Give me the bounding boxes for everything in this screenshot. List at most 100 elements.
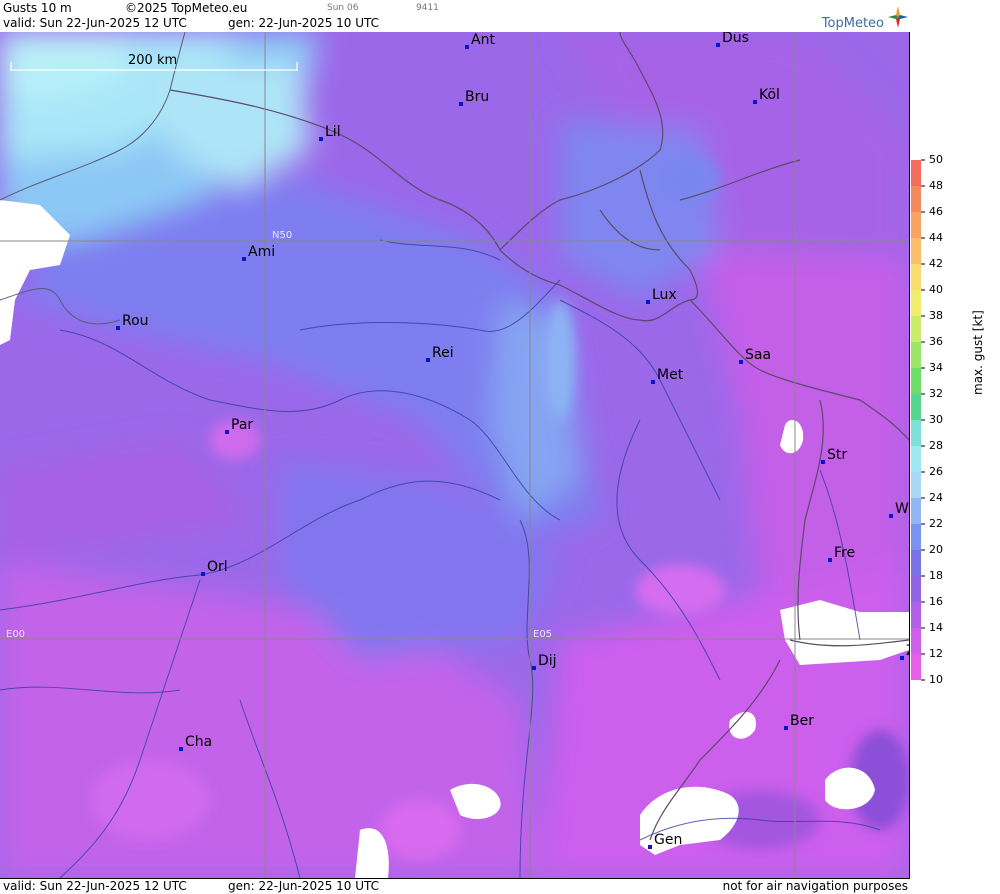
city-dot-icon [716,43,720,47]
city-dot-icon [459,102,463,106]
legend-tick-label: 46 [929,205,943,218]
legend-swatch [911,368,921,394]
legend-tick-label: 22 [929,517,943,530]
color-legend: 50 48 46 44 42 40 38 36 34 32 30 28 26 24 22 20 18 16 14 12… [911,153,1000,695]
copyright: ©2025 TopMeteo.eu [125,1,248,15]
city-dot-icon [225,430,229,434]
city-label: Bru [465,89,489,105]
topmeteo-logo: TopMeteo [822,2,908,31]
legend-swatch [911,550,921,576]
legend-tick-label: 10 [929,673,943,686]
city-dot-icon [889,514,893,518]
footer-generated-time: gen: 22-Jun-2025 10 UTC [228,879,380,893]
legend-tick-label: 32 [929,387,943,400]
city-dot-icon [651,380,655,384]
legend-swatch [911,472,921,498]
city-gen: Gen [648,832,682,849]
legend-tick-label: 28 [929,439,943,452]
city-dot-icon [201,572,205,576]
legend-swatch [911,316,921,342]
legend-tick-label: 36 [929,335,943,348]
city-label: Ber [790,713,814,729]
city-label: Ant [471,32,495,48]
footer-valid-time: valid: Sun 22-Jun-2025 12 UTC [3,879,187,893]
generated-time: gen: 22-Jun-2025 10 UTC [228,16,380,30]
legend-swatch [911,290,921,316]
brand-name: TopMeteo [821,16,884,31]
parameter-title: Gusts 10 m [3,1,72,15]
compass-star-icon [888,5,908,28]
legend-tick-label: 48 [929,179,943,192]
legend-title: max. gust [kt] [971,310,985,395]
city-dot-icon [646,300,650,304]
legend-tick-label: 44 [929,231,943,244]
legend-tick-label: 30 [929,413,943,426]
legend-swatch [911,524,921,550]
grid-label-n50: N50 [272,230,292,241]
city-dot-icon [179,747,183,751]
legend-tick-label: 40 [929,283,943,296]
legend-swatch [911,420,921,446]
legend-tick-label: 26 [929,465,943,478]
legend-tick-label: 20 [929,543,943,556]
gust-map[interactable]: 200 km N50 E00 E05 Ant Düs Bru Köl Lil Ami Rou… [0,32,910,878]
legend-tick-label: 14 [929,621,943,634]
map-header: Gusts 10 m ©2025 TopMeteo.eu Sun 06 9411… [0,0,910,33]
city-dot-icon [648,845,652,849]
legend-swatch [911,394,921,420]
city-dot-icon [426,358,430,362]
valid-time: valid: Sun 22-Jun-2025 12 UTC [3,16,187,30]
city-dot-icon [828,558,832,562]
legend-swatch [911,576,921,602]
legend-tick-label: 34 [929,361,943,374]
legend-tick-label: 50 [929,153,943,166]
city-label: Düs [722,32,749,46]
legend-swatch [911,342,921,368]
legend-swatch [911,186,921,212]
city-dot-icon [116,326,120,330]
city-dot-icon [739,360,743,364]
city-label: Par [231,417,253,433]
city-dot-icon [753,100,757,104]
city-dot-icon [900,656,904,660]
legend-swatch [911,602,921,628]
city-label: Z [906,643,909,659]
legend-tick-label: 16 [929,595,943,608]
city-dot-icon [242,257,246,261]
legend-tick-label: 42 [929,257,943,270]
legend-swatch [911,654,921,680]
legend-color-bar [911,159,925,681]
run-label: Sun 06 [327,3,359,13]
legend-swatch [911,238,921,264]
legend-tick-label: 24 [929,491,943,504]
city-label: Gen [654,832,682,848]
city-label: Lil [325,124,341,140]
legend-tick-label: 18 [929,569,943,582]
legend-swatch [911,160,921,186]
city-label: Rei [432,345,454,361]
city-dot-icon [319,137,323,141]
city-label: Met [657,367,684,383]
city-label: Rou [122,313,149,329]
map-footer: valid: Sun 22-Jun-2025 12 UTC gen: 22-Ju… [0,878,910,894]
legend-tick-label: 38 [929,309,943,322]
city-dot-icon [784,726,788,730]
city-label: Fre [834,545,855,561]
city-label: Cha [185,734,212,750]
city-label: Köl [759,87,780,103]
city-label: Lux [652,287,677,303]
legend-swatch [911,498,921,524]
city-label: W [895,501,909,517]
grid-label-e00: E00 [6,629,25,640]
legend-tick-label: 12 [929,647,943,660]
city-label: Ami [248,244,275,260]
city-dot-icon [821,460,825,464]
air-navigation-disclaimer: not for air navigation purposes [722,879,908,893]
city-label: Dij [538,653,557,669]
city-dot-icon [532,666,536,670]
legend-swatch [911,212,921,238]
city-dot-icon [465,45,469,49]
legend-swatch [911,264,921,290]
legend-swatch [911,628,921,654]
city-label: Orl [207,559,228,575]
